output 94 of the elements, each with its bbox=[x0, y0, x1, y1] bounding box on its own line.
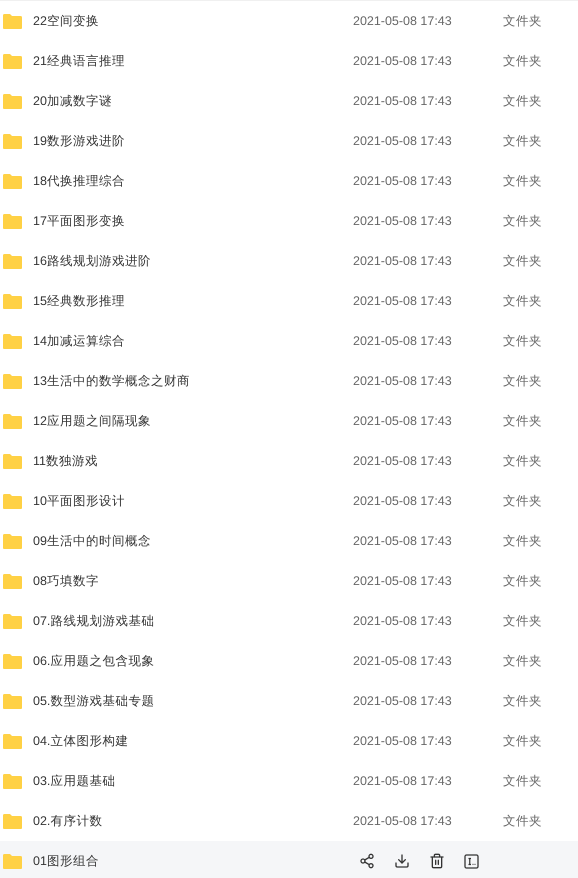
modified-date: 2021-05-08 17:43 bbox=[353, 372, 453, 390]
file-type: 文件夹 bbox=[503, 252, 542, 270]
modified-date: 2021-05-08 17:43 bbox=[353, 532, 453, 550]
file-type: 文件夹 bbox=[503, 692, 542, 710]
folder-name: 16路线规划游戏进阶 bbox=[33, 252, 152, 270]
share-button[interactable] bbox=[359, 853, 375, 869]
modified-date: 2021-05-08 17:43 bbox=[353, 772, 453, 790]
modified-date: 2021-05-08 17:43 bbox=[353, 732, 453, 750]
modified-date: 2021-05-08 17:43 bbox=[353, 812, 453, 830]
modified-date: 2021-05-08 17:43 bbox=[353, 452, 453, 470]
modified-date: 2021-05-08 17:43 bbox=[353, 332, 453, 350]
delete-button[interactable] bbox=[429, 853, 445, 869]
folder-name: 09生活中的时间概念 bbox=[33, 532, 152, 550]
folder-icon bbox=[2, 452, 23, 470]
download-button[interactable] bbox=[394, 853, 410, 869]
folder-name: 12应用题之间隔现象 bbox=[33, 412, 152, 430]
folder-name: 17平面图形变换 bbox=[33, 212, 126, 230]
modified-date: 2021-05-08 17:43 bbox=[353, 92, 453, 110]
folder-name: 06.应用题之包含现象 bbox=[33, 652, 156, 670]
folder-icon bbox=[2, 372, 23, 390]
folder-icon bbox=[2, 292, 23, 310]
file-type: 文件夹 bbox=[503, 52, 542, 70]
folder-icon bbox=[2, 172, 23, 190]
modified-date: 2021-05-08 17:43 bbox=[353, 412, 453, 430]
rename-icon[interactable] bbox=[464, 854, 479, 868]
folder-name: 13生活中的数学概念之财商 bbox=[33, 372, 191, 390]
folder-name: 14加减运算综合 bbox=[33, 332, 126, 350]
file-type: 文件夹 bbox=[503, 372, 542, 390]
folder-icon bbox=[2, 652, 23, 670]
modified-date: 2021-05-08 17:43 bbox=[353, 12, 453, 30]
folder-name: 18代换推理综合 bbox=[33, 172, 126, 190]
modified-date: 2021-05-08 17:43 bbox=[353, 212, 453, 230]
modified-date: 2021-05-08 17:43 bbox=[353, 172, 453, 190]
folder-name: 10平面图形设计 bbox=[33, 492, 126, 510]
folder-icon bbox=[2, 692, 23, 710]
folder-icon bbox=[2, 772, 23, 790]
modified-date: 2021-05-08 17:43 bbox=[353, 252, 453, 270]
modified-date: 2021-05-08 17:43 bbox=[353, 52, 453, 70]
file-type: 文件夹 bbox=[503, 452, 542, 470]
folder-icon bbox=[2, 732, 23, 750]
file-type: 文件夹 bbox=[503, 292, 542, 310]
file-type: 文件夹 bbox=[503, 572, 542, 590]
file-type: 文件夹 bbox=[503, 532, 542, 550]
folder-name: 20加减数字谜 bbox=[33, 92, 113, 110]
file-type: 文件夹 bbox=[503, 652, 542, 670]
folder-name: 08巧填数字 bbox=[33, 572, 100, 590]
modified-date: 2021-05-08 17:43 bbox=[353, 292, 453, 310]
file-type: 文件夹 bbox=[503, 12, 542, 30]
folder-name: 11数独游戏 bbox=[33, 452, 99, 470]
folder-icon bbox=[2, 812, 23, 830]
file-type: 文件夹 bbox=[503, 612, 542, 630]
modified-date: 2021-05-08 17:43 bbox=[353, 612, 453, 630]
folder-icon bbox=[2, 252, 23, 270]
modified-date: 2021-05-08 17:43 bbox=[353, 652, 453, 670]
folder-icon bbox=[2, 212, 23, 230]
folder-name: 22空间变换 bbox=[33, 12, 100, 30]
folder-icon bbox=[2, 92, 23, 110]
file-type: 文件夹 bbox=[503, 212, 542, 230]
share-icon bbox=[359, 853, 375, 869]
folder-icon bbox=[2, 572, 23, 590]
delete-icon bbox=[429, 853, 445, 869]
modified-date: 2021-05-08 17:43 bbox=[353, 492, 453, 510]
folder-icon bbox=[2, 332, 23, 350]
folder-name: 05.数型游戏基础专题 bbox=[33, 692, 156, 710]
file-type: 文件夹 bbox=[503, 732, 542, 750]
folder-icon bbox=[2, 612, 23, 630]
folder-icon bbox=[2, 132, 23, 150]
folder-name: 21经典语言推理 bbox=[33, 52, 126, 70]
folder-icon bbox=[2, 492, 23, 510]
folder-row[interactable]: 01图形组合 bbox=[0, 841, 578, 878]
file-type: 文件夹 bbox=[503, 412, 542, 430]
file-type: 文件夹 bbox=[503, 132, 542, 150]
folder-icon bbox=[2, 852, 23, 870]
folder-icon bbox=[2, 532, 23, 550]
folder-name: 15经典数形推理 bbox=[33, 292, 126, 310]
file-type: 文件夹 bbox=[503, 772, 542, 790]
file-type: 文件夹 bbox=[503, 812, 542, 830]
folder-icon bbox=[2, 412, 23, 430]
folder-name: 02.有序计数 bbox=[33, 812, 104, 830]
modified-date: 2021-05-08 17:43 bbox=[353, 132, 453, 150]
modified-date: 2021-05-08 17:43 bbox=[353, 692, 453, 710]
folder-name: 04.立体图形构建 bbox=[33, 732, 130, 750]
download-icon bbox=[394, 853, 410, 869]
file-type: 文件夹 bbox=[503, 492, 542, 510]
folder-icon bbox=[2, 52, 23, 70]
folder-name: 19数形游戏进阶 bbox=[33, 132, 126, 150]
folder-name: 03.应用题基础 bbox=[33, 772, 116, 790]
folder-name: 01图形组合 bbox=[33, 852, 100, 870]
file-type: 文件夹 bbox=[503, 92, 542, 110]
modified-date: 2021-05-08 17:43 bbox=[353, 572, 453, 590]
folder-icon bbox=[2, 12, 23, 30]
file-type: 文件夹 bbox=[503, 172, 542, 190]
file-type: 文件夹 bbox=[503, 332, 542, 350]
folder-name: 07.路线规划游戏基础 bbox=[33, 612, 156, 630]
